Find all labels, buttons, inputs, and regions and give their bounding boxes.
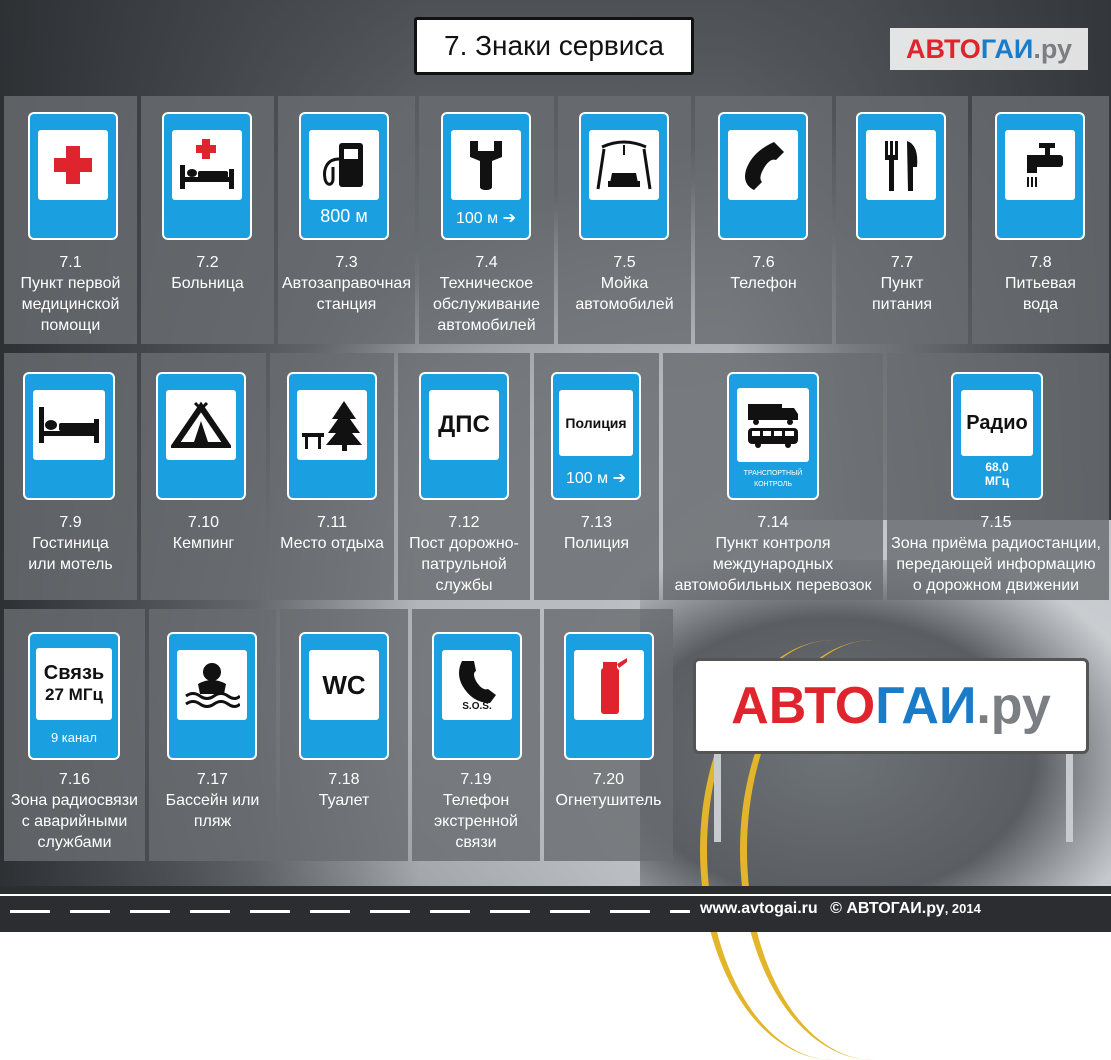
sos-phone-icon	[459, 660, 496, 703]
caption-7-12: 7.12 Пост дорожно- патрульной службы	[409, 514, 519, 594]
wrench-icon	[470, 141, 502, 190]
sign-7-11	[289, 374, 375, 498]
caption-7-18: 7.18 Туалет	[318, 771, 370, 809]
caption-7-10: 7.10 Кемпинг	[172, 514, 235, 552]
radio-link-icon: Связь 27 МГц	[36, 648, 112, 720]
caption-7-1: 7.1 Пункт первой медицинской помощи	[20, 254, 121, 334]
sign-7-2	[164, 114, 250, 238]
road-dash	[190, 910, 230, 913]
caption-7-13: 7.13 Полиция	[563, 514, 630, 552]
sign-7-3: 800 м	[301, 114, 387, 238]
tent-icon	[171, 401, 231, 448]
arrow-right-icon: ➔	[502, 210, 516, 227]
road-dash	[310, 910, 350, 913]
caption-7-15: 7.15 Зона приёма радиостанции, передающе…	[891, 514, 1101, 594]
channel-label: 9 канал	[50, 730, 98, 745]
sign-7-10	[158, 374, 244, 498]
caption-7-4: 7.4 Техническое обслуживание автомобилей	[433, 254, 540, 334]
hospital-bed-icon	[180, 139, 234, 189]
footer-credits: www.avtogai.ru © АВТОГАИ.ру, 2014	[700, 900, 1110, 922]
bed-icon	[39, 407, 99, 443]
sos-label: S.O.S.	[462, 700, 492, 712]
sign-7-6	[720, 114, 806, 238]
arrow-right-icon: ➔	[612, 470, 626, 487]
car-wash-icon	[596, 140, 652, 190]
caption-7-11: 7.11 Место отдыха	[280, 514, 384, 552]
roadside-brand-sign: АВТО ГАИ .ру	[693, 658, 1089, 754]
caption-7-5: 7.5 Мойка автомобилей	[575, 254, 674, 313]
sign-7-14: ТРАНСПОРТНЫЙ КОНТРОЛЬ	[729, 374, 817, 498]
caption-7-2: 7.2 Больница	[171, 254, 244, 292]
sign-7-13: Полиция 100 м ➔	[553, 374, 639, 498]
caption-7-3: 7.3 Автозаправочная станция	[282, 254, 411, 313]
fork-knife-icon	[885, 141, 918, 191]
sign-7-4: 100 м ➔	[443, 114, 529, 238]
road-dash	[370, 910, 410, 913]
road-dash	[70, 910, 110, 913]
police-icon: Полиция	[559, 390, 633, 456]
caption-7-7: 7.7 Пункт питания	[871, 254, 933, 313]
sign-7-17	[169, 634, 255, 758]
road-dash	[250, 910, 290, 913]
road-dash	[130, 910, 170, 913]
sign-7-7	[858, 114, 944, 238]
road-dash	[610, 910, 650, 913]
caption-7-6: 7.6 Телефон	[730, 254, 797, 292]
brand-logo: АВТО ГАИ .ру	[890, 28, 1088, 70]
caption-7-19: 7.19 Телефон экстренной связи	[434, 771, 518, 851]
fuel-pump-icon	[323, 143, 363, 187]
roadside-sign-post	[714, 752, 721, 842]
road-dash	[10, 910, 50, 913]
footer-copyright: © АВТОГАИ.ру	[830, 900, 945, 917]
sign-7-5	[581, 114, 667, 238]
swimmer-icon	[185, 663, 240, 708]
caption-7-14: 7.14 Пункт контроля международных автомо…	[674, 514, 872, 594]
road-edge-line	[0, 894, 1111, 896]
sign-7-8	[997, 114, 1083, 238]
tree-bench-icon	[302, 401, 362, 451]
radio-icon: Радио	[961, 390, 1033, 456]
fire-extinguisher-icon	[601, 658, 627, 714]
footer-year: , 2014	[944, 901, 981, 916]
first-aid-cross-icon	[54, 146, 92, 184]
caption-7-16: 7.16 Зона радиосвязи с аварийными служба…	[11, 771, 138, 851]
footer-road: www.avtogai.ru © АВТОГАИ.ру, 2014	[0, 886, 1111, 932]
sign-7-15: Радио 68,0 МГц	[953, 374, 1041, 498]
caption-7-9: 7.9 Гостиница или мотель	[28, 514, 113, 573]
wc-icon: WC	[309, 650, 379, 720]
roadside-sign-post	[1066, 752, 1073, 842]
sign-7-9	[25, 374, 113, 498]
caption-7-17: 7.17 Бассейн или пляж	[165, 771, 260, 830]
telephone-icon	[745, 142, 784, 190]
sign-7-20	[566, 634, 652, 758]
footer-site-link[interactable]: www.avtogai.ru	[700, 900, 818, 917]
caption-7-8: 7.8 Питьевая вода	[1005, 254, 1076, 313]
sign-7-1	[30, 114, 116, 238]
distance-label: 100 м ➔	[566, 470, 626, 487]
sign-7-16: Связь 27 МГц 9 канал	[30, 634, 118, 758]
page-title: 7. Знаки сервиса	[414, 17, 694, 75]
caption-7-20: 7.20 Огнетушитель	[555, 771, 662, 809]
road-dash	[430, 910, 470, 913]
road-dash	[550, 910, 590, 913]
water-tap-icon	[1027, 143, 1063, 187]
sign-7-19: S.O.S.	[434, 634, 520, 758]
distance-label: 100 м ➔	[456, 210, 516, 227]
dps-icon: ДПС	[429, 390, 499, 460]
road-dash	[490, 910, 530, 913]
distance-label: 800 м	[320, 206, 368, 226]
transport-control-label: ТРАНСПОРТНЫЙ КОНТРОЛЬ	[743, 470, 803, 488]
sign-7-18: WC	[301, 634, 387, 758]
truck-bus-icon	[748, 404, 798, 448]
road-dash	[670, 910, 690, 913]
sign-7-12: ДПС	[421, 374, 507, 498]
frequency-label: 68,0 МГц	[984, 460, 1010, 488]
